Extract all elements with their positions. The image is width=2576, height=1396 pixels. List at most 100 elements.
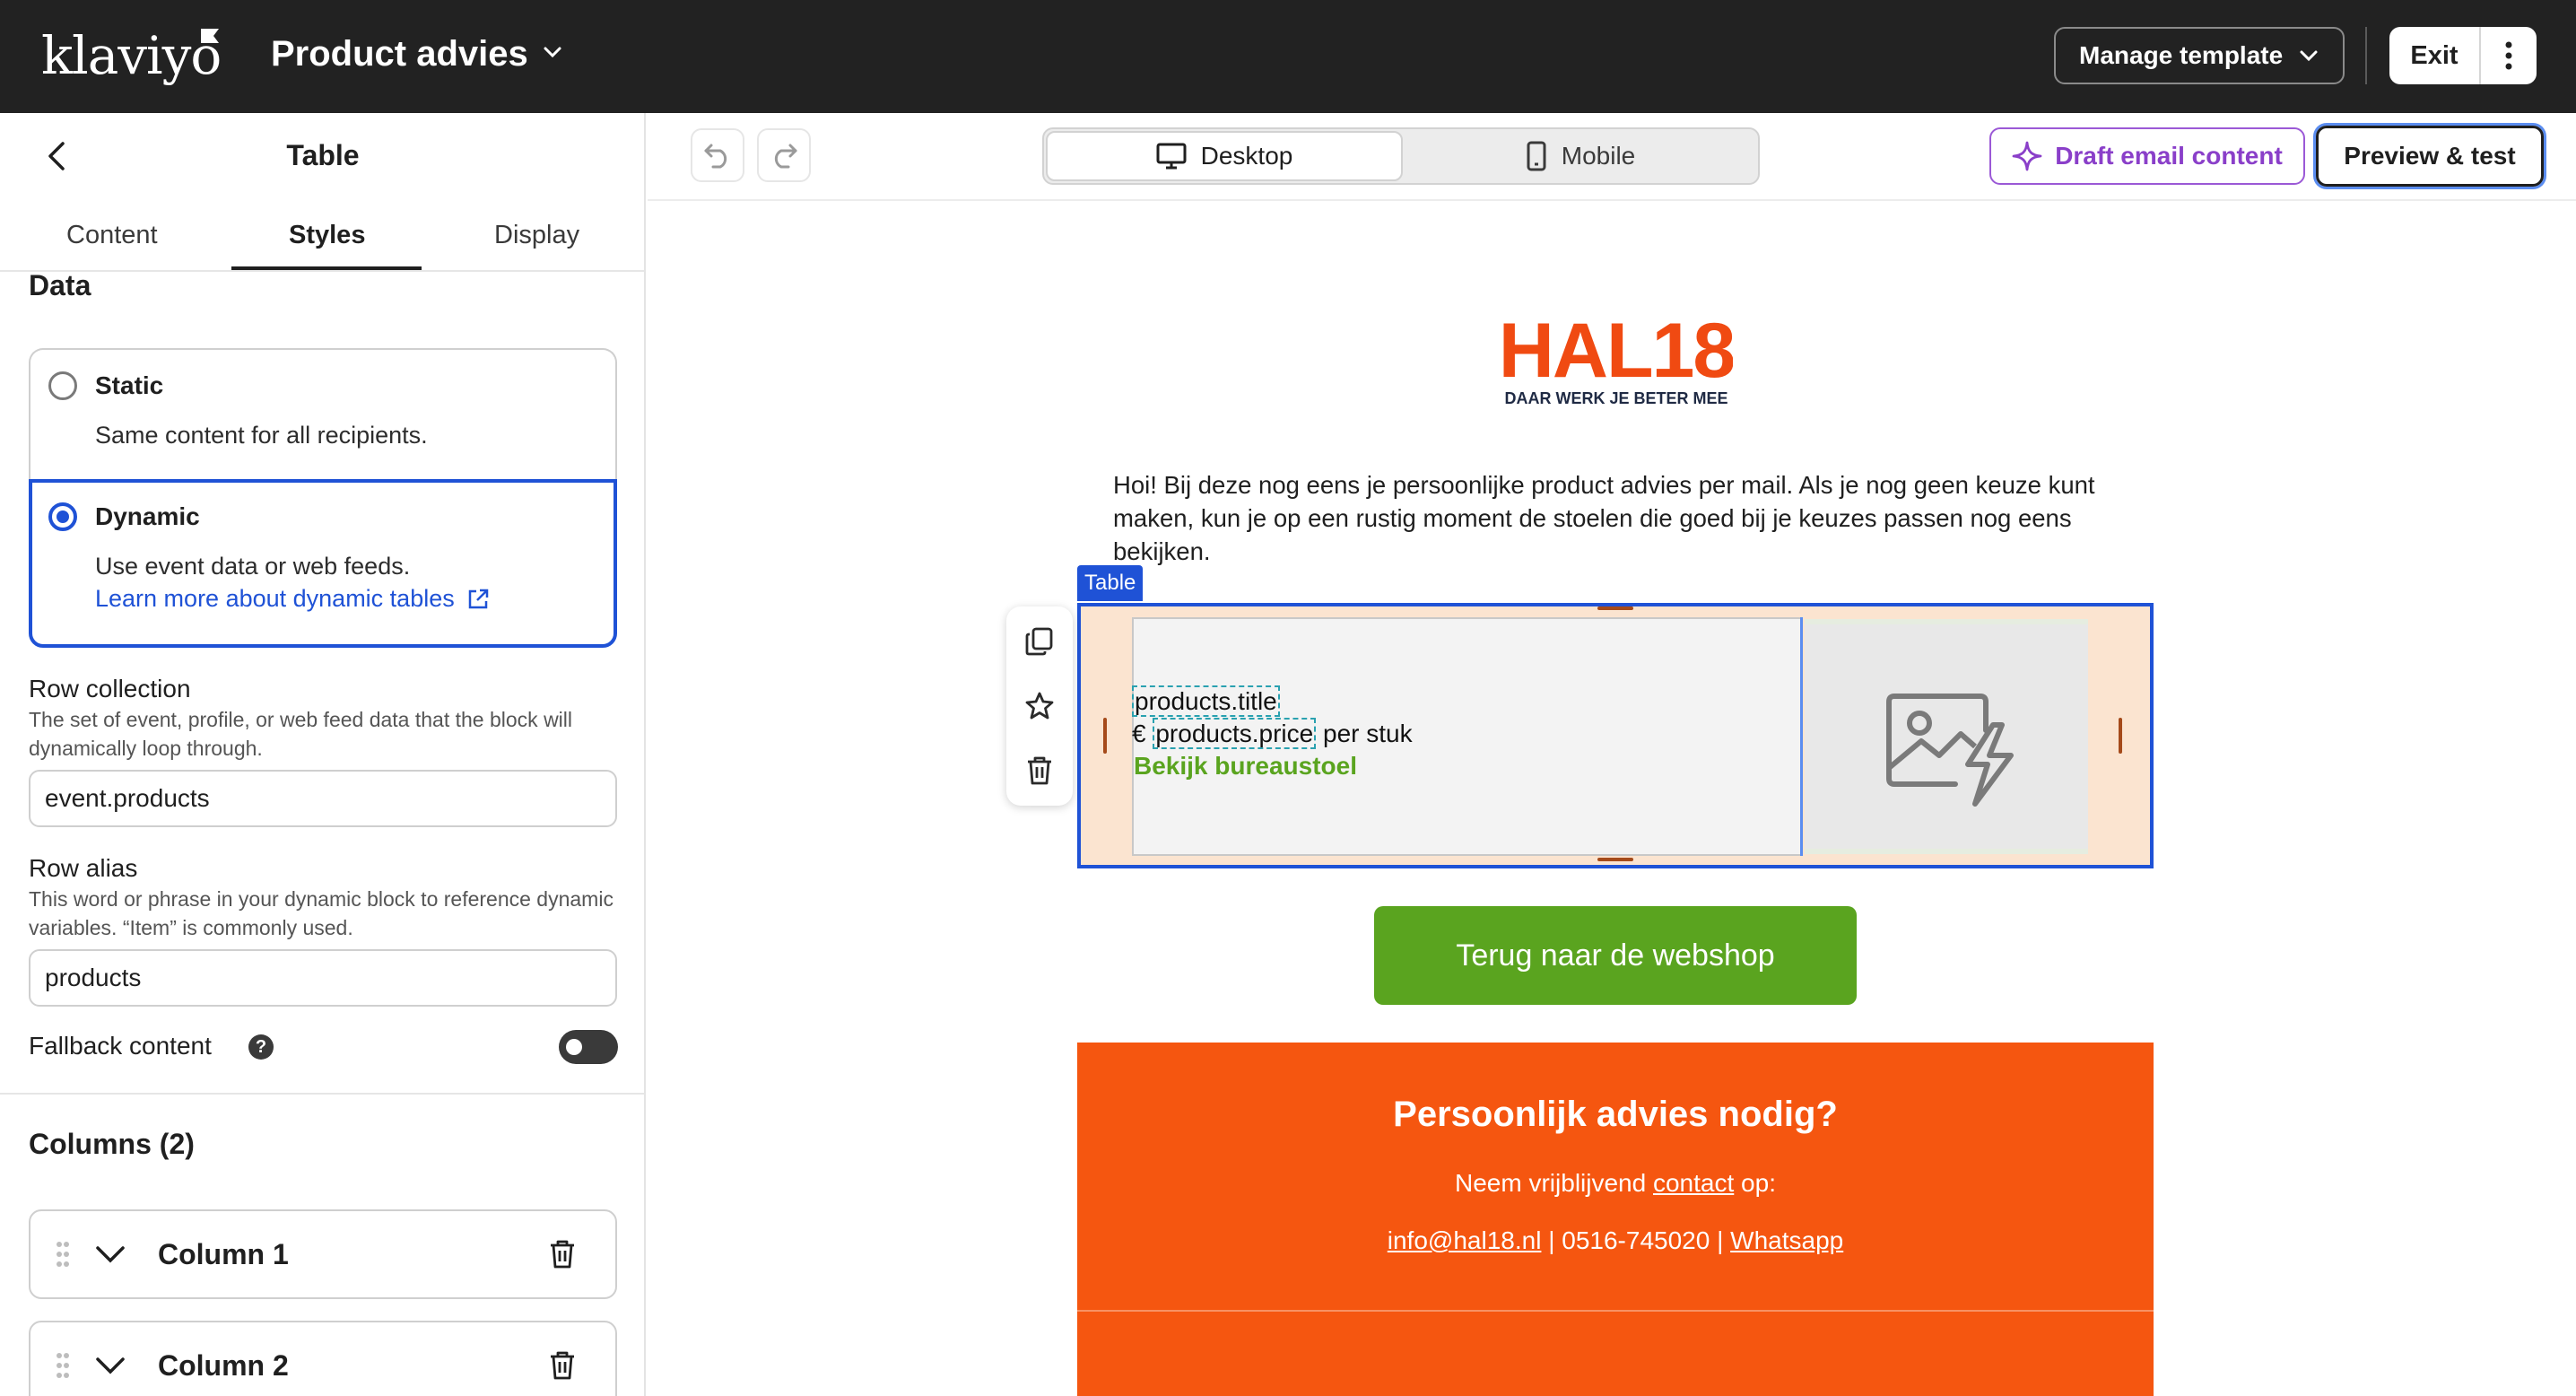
delete-block-button[interactable]: [1006, 737, 1073, 804]
mobile-view-button[interactable]: Mobile: [1403, 131, 1758, 181]
radio-desc-dynamic: Use event data or web feeds.: [95, 553, 411, 580]
star-icon: [1025, 692, 1054, 720]
exit-button-group: Exit: [2389, 27, 2537, 84]
radio-option-dynamic[interactable]: Dynamic Use event data or web feeds.: [29, 479, 617, 648]
footer-contact-line: Neem vrijblijvend contact op:: [1077, 1169, 2154, 1198]
learn-more-link[interactable]: Learn more about dynamic tables: [95, 585, 491, 613]
product-link[interactable]: Bekijk bureaustoel: [1134, 752, 1357, 781]
radio-label-dynamic: Dynamic: [95, 502, 200, 530]
klaviyo-logo: klaviyo: [41, 25, 222, 86]
trash-icon[interactable]: [549, 1239, 576, 1269]
row-collection-label: Row collection: [29, 675, 191, 702]
tab-display[interactable]: Display: [494, 221, 579, 250]
exit-button[interactable]: Exit: [2389, 27, 2481, 84]
active-tab-indicator: [231, 266, 422, 270]
cell-selection-edge: [1800, 617, 1803, 856]
logo-wordmark: HAL18: [1500, 314, 1733, 394]
whatsapp-link[interactable]: Whatsapp: [1730, 1226, 1843, 1254]
chevron-down-icon[interactable]: [95, 1357, 126, 1374]
section-heading-data: Data: [29, 269, 91, 301]
footer-heading: Persoonlijk advies nodig?: [1393, 1095, 1838, 1134]
contact-link[interactable]: contact: [1653, 1169, 1734, 1197]
footer-details-line: info@hal18.nl | 0516-745020 | Whatsapp: [1077, 1226, 2154, 1255]
trash-icon: [1028, 756, 1051, 785]
price-prefix: €: [1132, 720, 1153, 747]
dynamic-var-title[interactable]: products.title: [1132, 685, 1280, 717]
drag-handle-icon[interactable]: [56, 1352, 70, 1379]
table-cell-image[interactable]: [1805, 619, 2088, 854]
resize-handle-right[interactable]: [2119, 718, 2122, 754]
topbar-divider: [2365, 27, 2367, 84]
phone-icon: [1527, 141, 1546, 171]
row-alias-input[interactable]: products: [29, 949, 617, 1007]
resize-handle-left[interactable]: [1103, 718, 1107, 754]
column-label: Column 1: [158, 1237, 289, 1270]
draft-label: Draft email content: [2055, 142, 2283, 170]
undo-button[interactable]: [691, 128, 744, 182]
trash-icon[interactable]: [549, 1350, 576, 1381]
preview-test-button[interactable]: Preview & test: [2316, 126, 2544, 187]
help-icon[interactable]: ?: [248, 1034, 274, 1060]
logo-tagline: DAAR WERK JE BETER MEE: [1504, 389, 1727, 407]
row-alias-help: This word or phrase in your dynamic bloc…: [29, 887, 614, 939]
column-label: Column 2: [158, 1348, 289, 1382]
draft-email-content-button[interactable]: Draft email content: [1989, 127, 2305, 185]
template-name[interactable]: Product advies: [271, 34, 528, 74]
price-suffix: per stuk: [1316, 720, 1413, 747]
panel-title: Table: [286, 139, 360, 171]
radio-desc-static: Same content for all recipients.: [95, 422, 428, 449]
row-alias-label: Row alias: [29, 854, 138, 882]
image-placeholder-icon: [1886, 694, 2014, 807]
tab-styles[interactable]: Styles: [289, 221, 365, 250]
manage-template-button[interactable]: Manage template: [2054, 27, 2345, 84]
column-item[interactable]: Column 1: [29, 1209, 617, 1299]
columns-heading: Columns (2): [29, 1128, 195, 1160]
selected-block-tag: Table: [1077, 565, 1144, 601]
view-toggle: Desktop Mobile: [1042, 127, 1760, 185]
more-options-button[interactable]: [2481, 27, 2537, 84]
drag-handle-icon[interactable]: [56, 1241, 70, 1268]
undo-icon: [704, 144, 727, 169]
footer-line1-suffix: op:: [1734, 1169, 1776, 1197]
manage-template-label: Manage template: [2079, 41, 2284, 69]
dynamic-price-line[interactable]: € products.price per stuk: [1132, 718, 1413, 749]
hal18-logo: HAL18 DAAR WERK JE BETER MEE: [1500, 314, 1733, 407]
mobile-label: Mobile: [1561, 142, 1636, 170]
email-link[interactable]: info@hal18.nl: [1388, 1226, 1542, 1254]
klaviyo-flag-icon: [201, 29, 219, 43]
row-collection-help: The set of event, profile, or web feed d…: [29, 708, 573, 760]
fallback-content-label: Fallback content: [29, 1032, 212, 1060]
row-collection-input[interactable]: event.products: [29, 770, 617, 827]
external-link-icon: [468, 589, 488, 608]
var-products-title[interactable]: products.title: [1132, 685, 1280, 717]
copy-icon: [1025, 627, 1053, 656]
sparkle-icon: [2012, 141, 2042, 171]
column-item[interactable]: Column 2: [29, 1321, 617, 1396]
block-actions-toolbar: [1006, 606, 1073, 806]
redo-button[interactable]: [757, 128, 811, 182]
section-divider: [0, 1093, 644, 1095]
webshop-cta-button[interactable]: Terug naar de webshop: [1374, 906, 1857, 1005]
footer-line1-prefix: Neem vrijblijvend: [1455, 1169, 1653, 1197]
footer-divider: [1077, 1310, 2154, 1312]
email-intro-text[interactable]: Hoi! Bij deze nog eens je persoonlijke p…: [1113, 468, 2118, 568]
resize-handle-top[interactable]: [1597, 606, 1633, 610]
desktop-view-button[interactable]: Desktop: [1046, 131, 1403, 181]
redo-icon: [774, 144, 797, 169]
desktop-label: Desktop: [1200, 142, 1293, 170]
tab-content[interactable]: Content: [66, 221, 158, 250]
footer-phone: | 0516-745020 |: [1541, 1226, 1731, 1254]
radio-button-dynamic[interactable]: [48, 502, 77, 531]
chevron-down-icon: [2300, 50, 2318, 62]
save-block-button[interactable]: [1006, 673, 1073, 739]
fallback-content-toggle[interactable]: [559, 1030, 618, 1064]
radio-option-static[interactable]: Static Same content for all recipients.: [29, 348, 617, 481]
var-products-price[interactable]: products.price: [1153, 718, 1317, 749]
monitor-icon: [1156, 143, 1187, 170]
duplicate-block-button[interactable]: [1006, 608, 1073, 675]
more-vertical-icon: [2505, 41, 2512, 70]
radio-button-static[interactable]: [48, 371, 77, 400]
chevron-down-icon[interactable]: [542, 45, 563, 59]
resize-handle-bottom[interactable]: [1597, 858, 1633, 861]
chevron-down-icon[interactable]: [95, 1245, 126, 1263]
